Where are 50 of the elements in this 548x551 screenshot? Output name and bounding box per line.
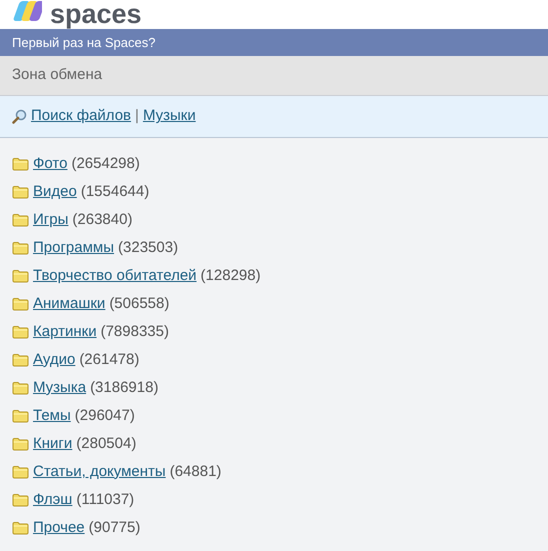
- folder-icon: [12, 409, 29, 423]
- folder-icon: [12, 353, 29, 367]
- category-count: (111037): [76, 490, 134, 510]
- search-files-link[interactable]: Поиск файлов: [31, 105, 132, 128]
- logo-icon: [12, 1, 42, 23]
- category-count: (263840): [72, 210, 132, 230]
- section-title: Зона обмена: [12, 65, 102, 86]
- category-link[interactable]: Картинки: [33, 320, 97, 344]
- folder-icon: [12, 437, 29, 451]
- category-link[interactable]: Книги: [33, 432, 72, 456]
- banner[interactable]: Первый раз на Spaces?: [0, 29, 548, 56]
- category-link[interactable]: Анимашки: [33, 292, 106, 316]
- folder-icon: [12, 381, 29, 395]
- category-link[interactable]: Музыка: [33, 376, 86, 400]
- category-count: (280504): [76, 434, 136, 454]
- folder-icon: [12, 185, 29, 199]
- category-link[interactable]: Статьи, документы: [33, 460, 166, 484]
- folder-icon: [12, 521, 29, 535]
- category-count: (506558): [109, 294, 170, 314]
- category-count: (2654298): [71, 154, 140, 174]
- category-link[interactable]: Темы: [33, 404, 71, 428]
- category-link[interactable]: Игры: [33, 208, 68, 232]
- category-link[interactable]: Видео: [33, 180, 77, 204]
- category-count: (1554644): [80, 182, 150, 202]
- category-link[interactable]: Творчество обитателей: [33, 264, 197, 288]
- folder-icon: [12, 269, 29, 283]
- folder-icon: [12, 325, 29, 339]
- category-count: (90775): [88, 518, 140, 538]
- category-count: (323503): [118, 238, 178, 258]
- folder-icon: [12, 213, 29, 227]
- category-count: (64881): [170, 462, 222, 482]
- folder-icon: [12, 157, 29, 171]
- category-link[interactable]: Флэш: [33, 488, 72, 512]
- link-separator: |: [135, 106, 139, 126]
- category-count: (7898335): [100, 322, 169, 342]
- logo-text: spaces: [50, 0, 142, 28]
- category-count: (261478): [79, 350, 140, 370]
- category-link[interactable]: Аудио: [33, 348, 76, 372]
- search-icon: [12, 109, 27, 124]
- folder-icon: [12, 493, 29, 507]
- music-link[interactable]: Музыки: [142, 105, 196, 128]
- category-count: (3186918): [90, 378, 158, 398]
- folder-icon: [12, 465, 29, 479]
- category-link[interactable]: Прочее: [33, 516, 85, 540]
- category-link[interactable]: Фото: [33, 152, 68, 176]
- category-count: (128298): [200, 266, 261, 286]
- folder-icon: [12, 241, 29, 255]
- folder-icon: [12, 297, 29, 311]
- category-link[interactable]: Программы: [33, 236, 114, 260]
- category-count: (296047): [74, 406, 135, 426]
